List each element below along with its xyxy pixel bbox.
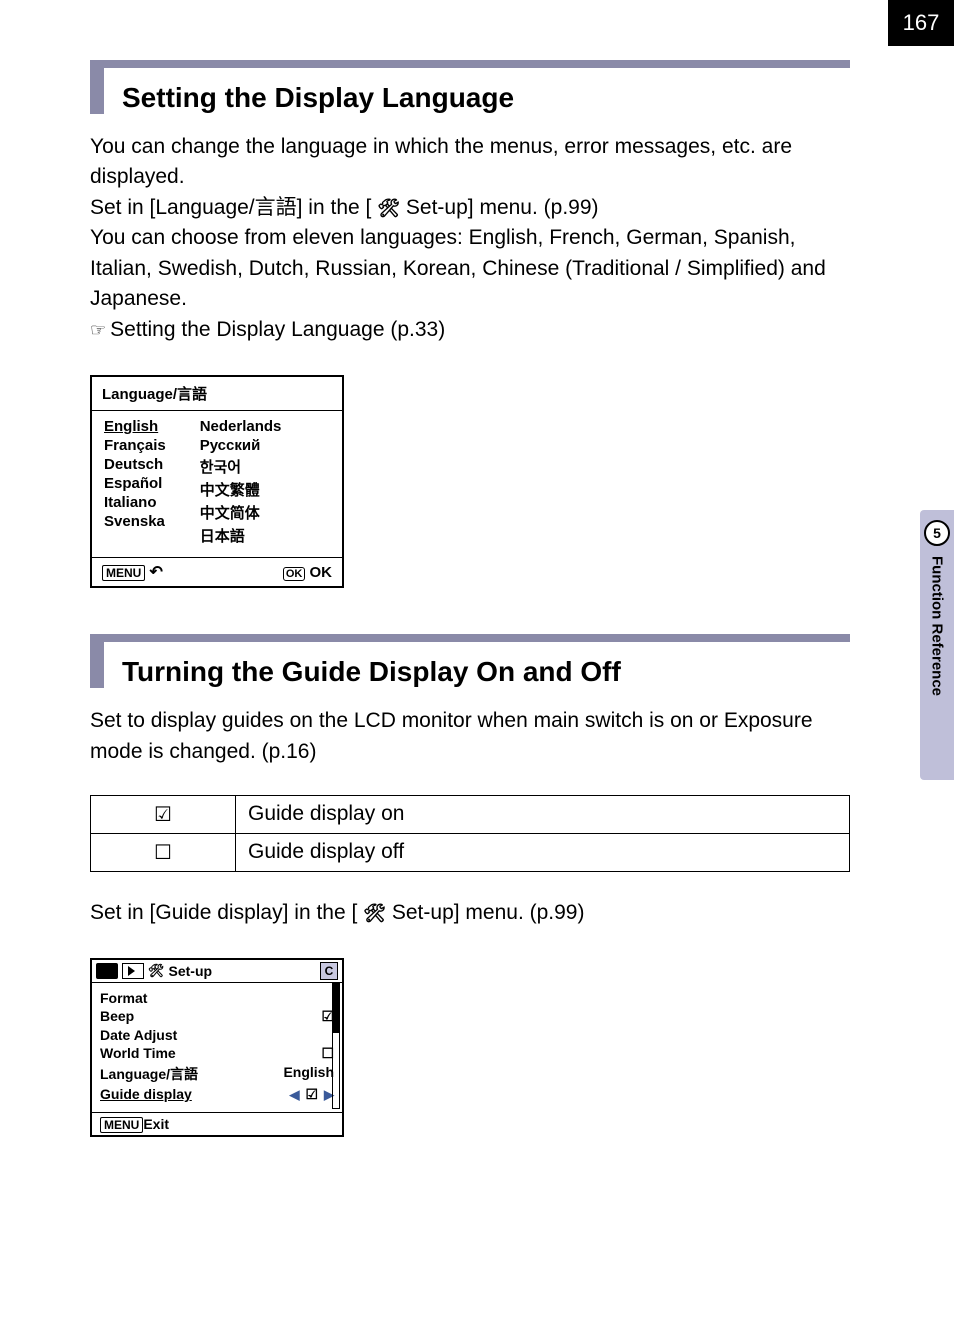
setup-guide: Guide display <box>100 1086 192 1103</box>
setup-lang-value: English <box>283 1064 334 1084</box>
setup-tab-icon: 🛠 <box>148 963 165 979</box>
lang-item-svenska: Svenska <box>104 512 166 531</box>
scrollbar <box>332 982 340 1109</box>
section2-p2: Set in [Guide display] in the [ 🛠 Set-up… <box>90 898 850 928</box>
lang-item-chinese-simp: 中文简体 <box>200 501 282 524</box>
language-menu-screenshot: Language/言語 English Français Deutsch Esp… <box>90 375 344 588</box>
menu-back: MENU ↶ <box>102 562 163 582</box>
lang-item-deutsch: Deutsch <box>104 455 166 474</box>
chapter-number-icon: 5 <box>924 520 950 546</box>
guide-off-label: Guide display off <box>236 833 850 871</box>
table-row: ☐ Guide display off <box>91 833 850 871</box>
section1-p1: You can change the language in which the… <box>90 135 792 188</box>
heading-title: Setting the Display Language <box>122 68 514 114</box>
ok-button-icon: OK <box>283 567 306 581</box>
heading-bar-icon-2 <box>90 642 104 688</box>
setup-menu-screenshot: 🛠 Set-up C Format Beep☑ Date Adjust Worl… <box>90 958 344 1137</box>
section1-p2a: Set in [Language/言語] in the [ <box>90 196 371 219</box>
chapter-title: Function Reference <box>929 556 946 696</box>
section1-ref: Setting the Display Language (p.33) <box>110 318 445 341</box>
selector-arrows: ◀ ☑ ▶ <box>289 1086 334 1103</box>
list-item: Guide display ◀ ☑ ▶ <box>100 1085 334 1104</box>
ok-confirm: OK OK <box>283 564 332 581</box>
setup-beep: Beep <box>100 1008 134 1025</box>
lang-menu-title: Language/言語 <box>92 377 342 411</box>
wrench-icon-2: 🛠 <box>363 903 386 923</box>
lang-item-japanese: 日本語 <box>200 524 282 547</box>
setup-format: Format <box>100 990 147 1006</box>
pointer-icon: ☞ <box>90 320 106 340</box>
setup-date: Date Adjust <box>100 1027 177 1043</box>
exit-label: Exit <box>143 1116 169 1132</box>
lang-item-francais: Français <box>104 436 166 455</box>
lang-item-nederlands: Nederlands <box>200 417 282 436</box>
lang-item-russian: Русский <box>200 436 282 455</box>
section-rule-2 <box>90 634 850 642</box>
lang-item-english: English <box>104 417 166 436</box>
section2-p2b: Set-up] menu. (p.99) <box>392 901 585 924</box>
checked-box-icon: ☑ <box>91 795 236 833</box>
section2-p1: Set to display guides on the LCD monitor… <box>90 706 850 767</box>
side-tab: 5 Function Reference <box>920 510 954 780</box>
back-arrow-icon: ↶ <box>150 564 163 581</box>
list-item: World Time☐ <box>100 1044 334 1063</box>
checked-icon-2: ☑ <box>305 1086 318 1103</box>
lang-item-espanol: Español <box>104 474 166 493</box>
lang-item-korean: 한국어 <box>200 455 282 478</box>
guide-display-table: ☑ Guide display on ☐ Guide display off <box>90 795 850 872</box>
left-arrow-icon: ◀ <box>289 1087 299 1103</box>
guide-on-label: Guide display on <box>236 795 850 833</box>
ok-label: OK <box>310 564 333 581</box>
lang-item-chinese-trad: 中文繁體 <box>200 478 282 501</box>
section1-body: You can change the language in which the… <box>90 132 850 345</box>
section2-heading: Turning the Guide Display On and Off <box>90 642 850 688</box>
setup-tab-label: Set-up <box>169 963 213 979</box>
section2-p2a: Set in [Guide display] in the [ <box>90 901 357 924</box>
page-number: 167 <box>888 0 954 46</box>
list-item: Format <box>100 989 334 1007</box>
heading-bar-icon <box>90 68 104 114</box>
setup-lang: Language/言語 <box>100 1064 198 1084</box>
menu-button-icon: MENU <box>102 565 145 581</box>
custom-tab-icon: C <box>320 962 338 980</box>
list-item: Language/言語 English <box>100 1063 334 1085</box>
wrench-icon: 🛠 <box>377 198 400 218</box>
setup-world: World Time <box>100 1045 176 1062</box>
camera-tab-icon <box>96 963 118 979</box>
table-row: ☑ Guide display on <box>91 795 850 833</box>
section-rule <box>90 60 850 68</box>
unchecked-box-icon: ☐ <box>91 833 236 871</box>
list-item: Date Adjust <box>100 1026 334 1044</box>
scrollbar-thumb <box>333 983 339 1033</box>
section1-p2b: Set-up] menu. (p.99) <box>406 196 599 219</box>
menu-button-icon-2: MENU <box>100 1117 143 1133</box>
section1-p3: You can choose from eleven languages: En… <box>90 226 826 310</box>
heading-title-2: Turning the Guide Display On and Off <box>122 642 621 688</box>
section-heading: Setting the Display Language <box>90 68 850 114</box>
playback-tab-icon <box>122 963 144 979</box>
lang-item-italiano: Italiano <box>104 493 166 512</box>
list-item: Beep☑ <box>100 1007 334 1026</box>
